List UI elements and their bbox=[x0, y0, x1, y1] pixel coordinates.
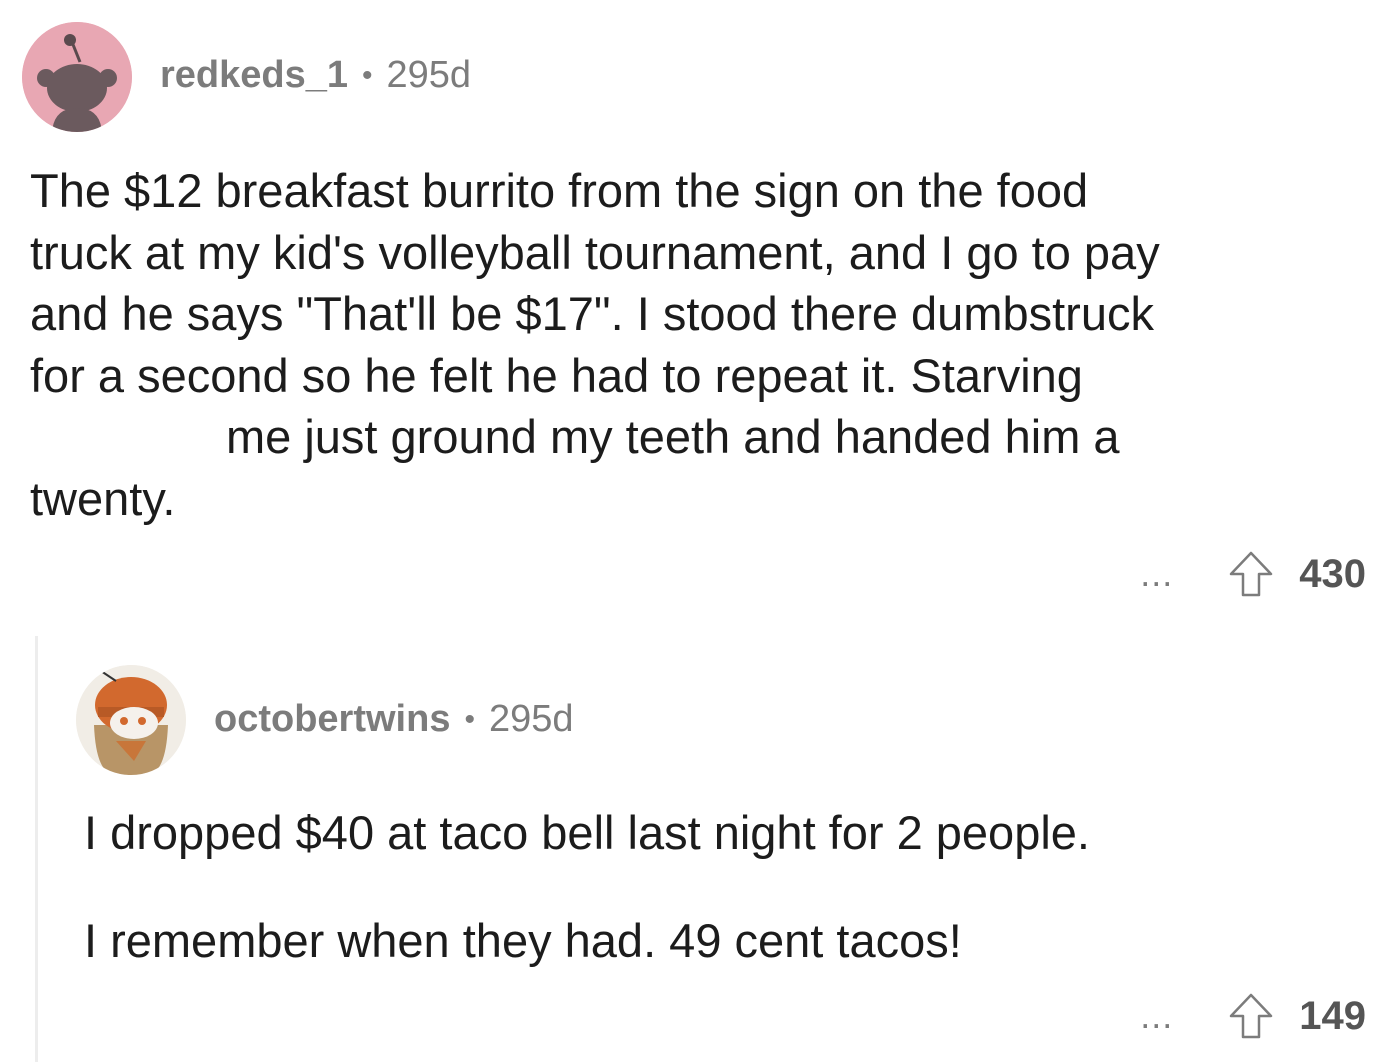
thread-line[interactable] bbox=[35, 636, 38, 1062]
timestamp: 295d bbox=[386, 54, 472, 96]
username[interactable]: redkeds_1 bbox=[160, 54, 348, 97]
avatar[interactable] bbox=[22, 22, 132, 132]
comment-line: and he says "That'll be $17". I stood th… bbox=[30, 287, 1154, 340]
comment-actions: ... 430 bbox=[1140, 548, 1366, 600]
upvote-icon[interactable] bbox=[1225, 990, 1277, 1042]
timestamp: 295d bbox=[488, 698, 574, 740]
comment-paragraph: I dropped $40 at taco bell last night fo… bbox=[84, 806, 1090, 859]
separator-dot: • bbox=[464, 702, 475, 736]
upvote-icon[interactable] bbox=[1225, 548, 1277, 600]
comment-line: truck at my kid's volleyball tournament,… bbox=[30, 225, 1160, 279]
comment-body: The $12 breakfast burrito from the sign … bbox=[30, 160, 1360, 529]
username[interactable]: octobertwins bbox=[214, 698, 450, 741]
comment-line: twenty. bbox=[30, 471, 176, 525]
comment-line: The $12 breakfast burrito from the sign … bbox=[30, 164, 1089, 217]
comment-line-indented: me just ground my teeth and handed him a bbox=[30, 406, 1360, 468]
vote-score: 149 bbox=[1299, 993, 1366, 1038]
comment-actions: ... 149 bbox=[1140, 990, 1366, 1042]
snoo-avatar-icon bbox=[76, 665, 186, 775]
separator-dot: • bbox=[362, 58, 373, 92]
more-options-button[interactable]: ... bbox=[1140, 998, 1173, 1034]
comment-line: for a second so he felt he had to repeat… bbox=[30, 348, 1083, 402]
comment-thread: redkeds_1 • 295d The $12 breakfast burri… bbox=[0, 0, 1392, 1062]
avatar[interactable] bbox=[76, 665, 186, 775]
comment-line: me just ground my teeth and handed him a bbox=[226, 410, 1120, 463]
vote-score: 430 bbox=[1299, 551, 1366, 596]
comment-paragraph: I remember when they had. 49 cent tacos! bbox=[84, 914, 962, 967]
comment-meta: octobertwins • 295d bbox=[214, 698, 574, 741]
snoo-avatar-icon bbox=[22, 22, 132, 132]
comment-meta: redkeds_1 • 295d bbox=[160, 54, 471, 97]
more-options-button[interactable]: ... bbox=[1140, 556, 1173, 592]
